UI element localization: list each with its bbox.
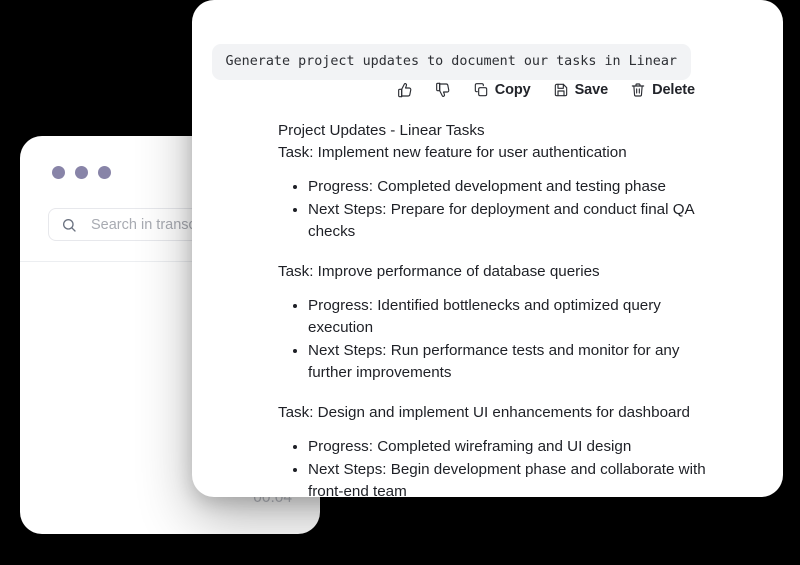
window-dot-3[interactable] — [98, 166, 111, 179]
save-button-label: Save — [574, 82, 609, 98]
task-block: Task: Design and implement UI enhancemen… — [278, 402, 725, 497]
document-title: Project Updates - Linear Tasks — [278, 122, 485, 139]
task-block: Task: Improve performance of database qu… — [278, 261, 725, 384]
task-bullet: Next Steps: Prepare for deployment and c… — [308, 199, 725, 243]
response-body: Project Updates - Linear Tasks Task: Imp… — [278, 120, 725, 497]
delete-button-label: Delete — [652, 82, 695, 98]
window-dot-1[interactable] — [52, 166, 65, 179]
task-bullet-list: Progress: Identified bottlenecks and opt… — [278, 295, 725, 384]
copy-icon — [474, 83, 487, 97]
task-bullet-list: Progress: Completed development and test… — [278, 176, 725, 243]
task-heading: Task: Implement new feature for user aut… — [278, 144, 627, 161]
screenshot-stage: Search in transcript Transcript Ksenia S… — [0, 0, 800, 565]
window-controls — [52, 166, 111, 179]
task-bullet: Next Steps: Begin development phase and … — [308, 459, 725, 497]
task-heading: Task: Improve performance of database qu… — [278, 263, 600, 280]
task-bullet: Progress: Identified bottlenecks and opt… — [308, 295, 725, 339]
task-bullet-list: Progress: Completed wireframing and UI d… — [278, 436, 725, 497]
delete-button[interactable]: Delete — [630, 82, 695, 98]
thumbs-up-icon — [397, 83, 412, 98]
save-icon — [554, 83, 567, 97]
task-bullet: Progress: Completed wireframing and UI d… — [308, 436, 725, 458]
task-block: Task: Implement new feature for user aut… — [278, 142, 725, 243]
thumbs-down-icon — [435, 82, 450, 97]
prompt-row: Generate project updates to document our… — [192, 44, 783, 80]
window-dot-2[interactable] — [75, 166, 88, 179]
ai-output-window: Generate project updates to document our… — [192, 0, 783, 497]
response-action-bar: Copy Save Delete — [397, 82, 695, 98]
delete-icon — [631, 83, 645, 97]
prompt-bubble: Generate project updates to document our… — [211, 44, 691, 80]
save-button[interactable]: Save — [553, 82, 608, 98]
copy-button[interactable]: Copy — [473, 82, 531, 98]
copy-button-label: Copy — [494, 82, 531, 98]
task-bullet: Progress: Completed development and test… — [308, 176, 725, 198]
thumbs-up-button[interactable] — [397, 82, 413, 98]
task-heading: Task: Design and implement UI enhancemen… — [278, 404, 690, 421]
task-bullet: Next Steps: Run performance tests and mo… — [308, 340, 725, 384]
search-icon — [62, 218, 76, 232]
thumbs-down-button[interactable] — [435, 82, 451, 98]
